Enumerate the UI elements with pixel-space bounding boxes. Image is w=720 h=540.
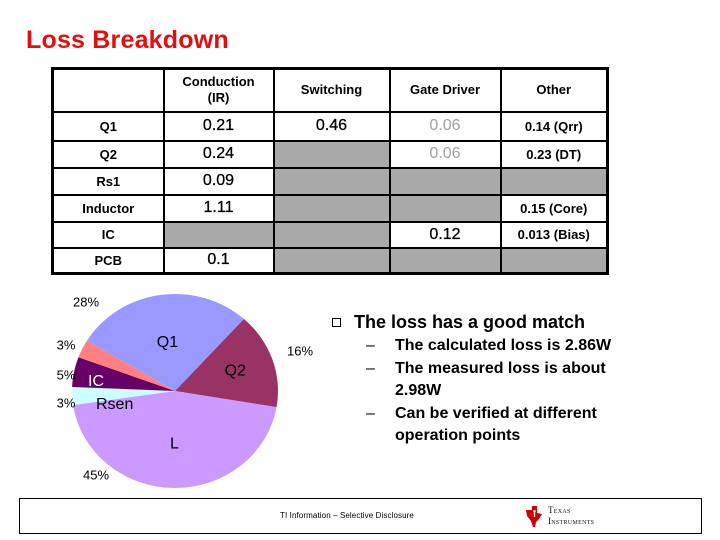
table-row: Inductor 1.11 0.15 (Core)	[51, 193, 609, 223]
table-row: Rs1 0.09	[51, 166, 609, 196]
sub-bullet: – Can be verified at different operation…	[330, 403, 640, 447]
row-label-inductor: Inductor	[51, 193, 165, 223]
pie-pct-label-q2: 16%	[287, 343, 313, 358]
cell-inductor-other: 0.15 (Core)	[499, 193, 609, 223]
pie-label-l: L	[170, 436, 179, 453]
footer-bar: TI Information – Selective Disclosure Te…	[19, 498, 702, 534]
header-cell-other: Other	[499, 67, 609, 113]
row-label-pcb: PCB	[51, 246, 165, 275]
pie-pct-label-other: 3%	[57, 337, 76, 352]
cell-q1-other: 0.14 (Qrr)	[499, 110, 609, 142]
cell-ic-conduction	[162, 220, 275, 249]
sub-bullet-text: The calculated loss is 2.86W	[395, 337, 612, 354]
bullet-main: The loss has a good match	[330, 310, 640, 334]
row-label-q1: Q1	[51, 110, 165, 142]
pie-pct-label-q1: 28%	[73, 294, 99, 309]
disclosure-text: TI Information – Selective Disclosure	[280, 511, 414, 520]
dash-bullet-icon: –	[366, 405, 375, 422]
dash-bullet-icon: –	[366, 360, 375, 377]
cell-rs1-conduction: 0.09	[162, 166, 275, 196]
bullet-main-text: The loss has a good match	[354, 312, 586, 332]
cell-rs1-switching	[272, 166, 391, 196]
square-bullet-icon	[332, 318, 341, 327]
sub-bullet-text: Can be verified at different operation p…	[395, 405, 597, 444]
row-label-ic: IC	[51, 220, 165, 249]
table-header-row: Conduction (IR) Switching Gate Driver Ot…	[51, 67, 609, 113]
loss-pie-chart: Q2 16% L 45% Rsen 3% IC 5% 3% Q1 28%	[57, 293, 313, 489]
cell-q2-switching	[272, 139, 391, 169]
cell-ic-switching	[272, 220, 391, 249]
header-cell-corner	[51, 67, 165, 113]
row-label-q2: Q2	[51, 139, 165, 169]
row-label-rs1: Rs1	[51, 166, 165, 196]
header-conduction-label: Conduction (IR)	[182, 74, 255, 106]
cell-pcb-switching	[272, 246, 391, 275]
loss-table: Conduction (IR) Switching Gate Driver Ot…	[51, 67, 609, 275]
pie-pct-label-ic: 5%	[57, 367, 76, 382]
cell-pcb-other	[499, 246, 609, 275]
dash-bullet-icon: –	[366, 337, 375, 354]
sub-bullet: – The calculated loss is 2.86W	[330, 335, 640, 357]
cell-pcb-gate-driver	[388, 246, 502, 275]
table-row: Q2 0.24 0.06 0.23 (DT)	[51, 139, 609, 169]
cell-q2-conduction: 0.24	[162, 139, 275, 169]
cell-q1-gate-driver: 0.06	[388, 110, 502, 142]
sub-bullet: – The measured loss is about 2.98W	[330, 358, 640, 402]
header-cell-gate-driver: Gate Driver	[388, 67, 502, 113]
cell-pcb-conduction: 0.1	[162, 246, 275, 275]
pie-label-ic: IC	[88, 373, 104, 390]
cell-q1-conduction: 0.21	[162, 110, 275, 142]
cell-inductor-switching	[272, 193, 391, 223]
cell-inductor-conduction: 1.11	[162, 193, 275, 223]
ti-wordmark: Texas Instruments	[548, 505, 594, 527]
cell-rs1-gate-driver	[388, 166, 502, 196]
slide-title: Loss Breakdown	[26, 26, 229, 54]
ti-logo: Texas Instruments	[524, 503, 644, 529]
pie-label-q1: Q1	[157, 334, 178, 351]
table-row: Q1 0.21 0.46 0.06 0.14 (Qrr)	[51, 110, 609, 142]
table-row: IC 0.12 0.013 (Bias)	[51, 220, 609, 249]
cell-ic-gate-driver: 0.12	[388, 220, 502, 249]
header-cell-conduction: Conduction (IR)	[162, 67, 275, 113]
pie-pct-label-rsen: 3%	[57, 395, 76, 410]
pie-label-q2: Q2	[225, 362, 246, 379]
ti-state-icon	[526, 506, 542, 527]
sub-bullet-text: The measured loss is about 2.98W	[395, 360, 606, 399]
header-cell-switching: Switching	[272, 67, 391, 113]
bullet-list: The loss has a good match – The calculat…	[330, 310, 640, 447]
pie-label-rsen: Rsen	[96, 396, 133, 413]
cell-ic-other: 0.013 (Bias)	[499, 220, 609, 249]
cell-inductor-gate-driver	[388, 193, 502, 223]
cell-q2-gate-driver: 0.06	[388, 139, 502, 169]
cell-rs1-other	[499, 166, 609, 196]
pie-pct-label-l: 45%	[83, 467, 109, 482]
table-row: PCB 0.1	[51, 246, 609, 275]
cell-q2-other: 0.23 (DT)	[499, 139, 609, 169]
ti-wordmark-line1: Texas	[548, 505, 571, 515]
cell-q1-switching: 0.46	[272, 110, 391, 142]
ti-wordmark-line2: Instruments	[548, 516, 595, 526]
